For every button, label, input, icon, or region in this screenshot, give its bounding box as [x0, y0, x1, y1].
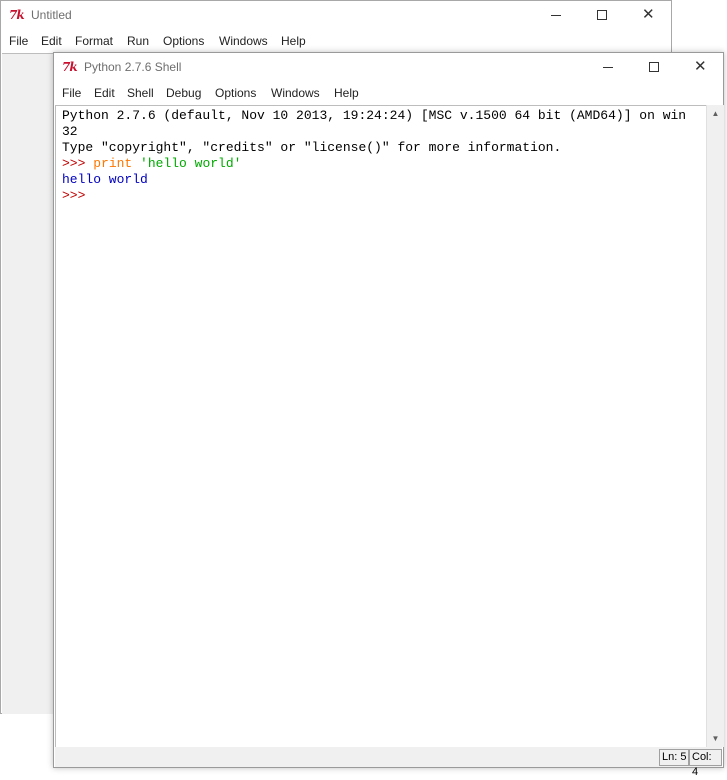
menu-format[interactable]: Format: [75, 34, 113, 48]
column-number-status: Col: 4: [689, 749, 722, 778]
banner-line: 32: [62, 124, 78, 139]
menu-edit[interactable]: Edit: [94, 86, 115, 100]
maximize-button[interactable]: [579, 1, 625, 31]
minimize-icon: [551, 15, 561, 16]
shell-text-area[interactable]: Python 2.7.6 (default, Nov 10 2013, 19:2…: [55, 105, 706, 747]
window-title: Untitled: [31, 8, 72, 22]
menu-file[interactable]: File: [9, 34, 28, 48]
minimize-button[interactable]: [533, 1, 579, 31]
window-title: Python 2.7.6 Shell: [84, 60, 182, 74]
title-bar[interactable]: 7k Python 2.7.6 Shell ✕: [54, 53, 723, 83]
minimize-button[interactable]: [585, 53, 631, 83]
close-button[interactable]: ✕: [677, 53, 723, 83]
menu-help[interactable]: Help: [334, 86, 359, 100]
tk-logo-icon: 7k: [9, 8, 25, 22]
maximize-button[interactable]: [631, 53, 677, 83]
line-number-status: Ln: 5: [659, 749, 690, 766]
command-line: >>> print 'hello world': [62, 156, 706, 172]
menu-options[interactable]: Options: [163, 34, 204, 48]
tk-logo-icon: 7k: [62, 60, 78, 74]
menu-help[interactable]: Help: [281, 34, 306, 48]
shell-prompt: >>>: [62, 156, 94, 171]
maximize-icon: [649, 62, 659, 72]
close-icon: ✕: [694, 58, 707, 75]
close-icon: ✕: [642, 6, 655, 23]
menu-bar: File Edit Shell Debug Options Windows He…: [54, 83, 723, 105]
minimize-icon: [603, 67, 613, 68]
close-button[interactable]: ✕: [625, 1, 671, 31]
menu-file[interactable]: File: [62, 86, 81, 100]
keyword-token: print: [93, 156, 133, 171]
title-bar[interactable]: 7k Untitled ✕: [1, 1, 671, 31]
menu-windows[interactable]: Windows: [219, 34, 268, 48]
menu-bar: File Edit Format Run Options Windows Hel…: [1, 31, 671, 53]
status-bar: Ln: 5 Col: 4: [55, 747, 722, 778]
maximize-icon: [597, 10, 607, 20]
banner-line: Type "copyright", "credits" or "license(…: [62, 140, 562, 155]
menu-debug[interactable]: Debug: [166, 86, 201, 100]
output-line: hello world: [62, 172, 148, 187]
python-shell-window[interactable]: 7k Python 2.7.6 Shell ✕ File Edit Shell …: [53, 52, 724, 778]
menu-options[interactable]: Options: [215, 86, 256, 100]
menu-shell[interactable]: Shell: [127, 86, 154, 100]
string-token: 'hello world': [140, 156, 242, 171]
menu-edit[interactable]: Edit: [41, 34, 62, 48]
shell-prompt: >>>: [62, 188, 86, 203]
vertical-scrollbar[interactable]: ▲ ▼: [706, 105, 724, 747]
banner-line: Python 2.7.6 (default, Nov 10 2013, 19:2…: [62, 108, 687, 123]
scroll-up-arrow-icon[interactable]: ▲: [707, 105, 724, 122]
menu-run[interactable]: Run: [127, 34, 149, 48]
scroll-down-arrow-icon[interactable]: ▼: [707, 730, 724, 747]
menu-windows[interactable]: Windows: [271, 86, 320, 100]
